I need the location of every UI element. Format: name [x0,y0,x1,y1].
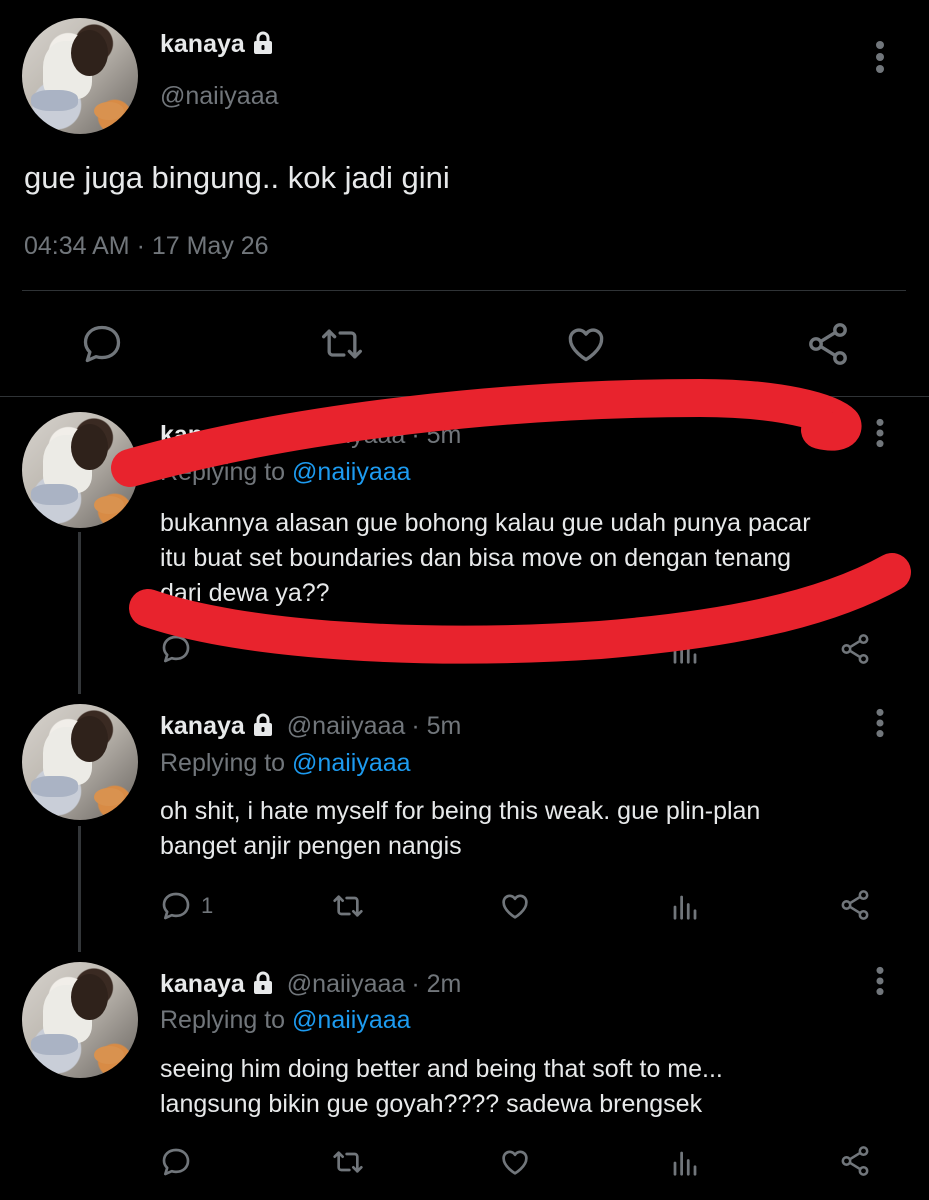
retweet-icon[interactable] [329,890,367,922]
time-ago[interactable]: · 5m [411,712,461,740]
analytics-icon[interactable] [670,1148,700,1178]
reply-icon[interactable] [160,890,192,922]
author-row: kanaya @naiiyaaa · 2m [160,970,461,999]
share-icon[interactable] [838,888,872,922]
red-scribble-overlay [111,379,911,664]
avatar[interactable] [22,704,138,820]
share-icon[interactable] [838,1144,872,1178]
avatar[interactable] [22,962,138,1078]
tweet-text-line: oh shit, i hate myself for being this we… [160,797,761,825]
analytics-icon[interactable] [670,892,700,922]
replying-to-label: Replying to [160,749,286,777]
more-icon[interactable] [871,708,889,738]
display-name[interactable]: kanaya [160,712,245,740]
tweet-text-line: banget anjir pengen nangis [160,832,462,860]
lock-icon [253,713,272,736]
mention-link[interactable]: @naiiyaaa [292,749,411,777]
mention-link[interactable]: @naiiyaaa [292,1006,411,1034]
reply-count: 1 [201,893,214,918]
like-icon[interactable] [498,1146,532,1178]
tweet-text-line: seeing him doing better and being that s… [160,1055,723,1083]
replying-to: Replying to @naiiyaaa [160,749,411,778]
lock-icon [253,971,272,994]
reply-icon[interactable] [160,1146,192,1178]
retweet-icon[interactable] [329,1146,367,1178]
more-icon[interactable] [871,966,889,996]
replying-to: Replying to @naiiyaaa [160,1006,411,1035]
author-row: kanaya @naiiyaaa · 5m [160,712,461,741]
replying-to-label: Replying to [160,1006,286,1034]
tweet-text-line: langsung bikin gue goyah???? sadewa bren… [160,1090,703,1118]
like-icon[interactable] [498,890,532,922]
handle[interactable]: @naiiyaaa [287,712,406,740]
display-name[interactable]: kanaya [160,970,245,998]
time-ago[interactable]: · 2m [411,970,461,998]
handle[interactable]: @naiiyaaa [287,970,406,998]
